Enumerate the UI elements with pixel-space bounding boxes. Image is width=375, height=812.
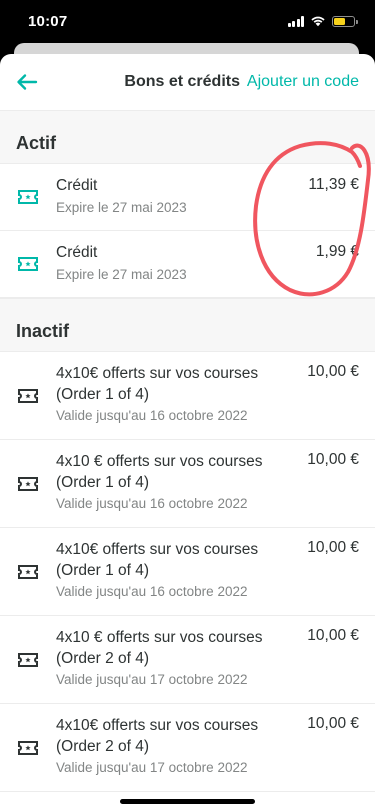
item-title: 4x10€ offerts sur vos courses (Order 1 o… <box>56 363 286 405</box>
ticket-icon <box>18 190 38 204</box>
item-amount: 11,39 € <box>308 176 359 193</box>
signal-icon <box>287 15 304 27</box>
list-item[interactable]: Crédit Expire le 27 mai 2023 11,39 € <box>0 164 375 231</box>
ticket-icon <box>18 389 38 403</box>
battery-icon <box>332 15 358 27</box>
item-title-line2: (Order 1 of 4) <box>56 386 150 403</box>
item-subtitle: Expire le 27 mai 2023 <box>56 200 187 215</box>
item-title-line1: 4x10€ offerts sur vos courses <box>56 365 259 382</box>
item-title-line2: (Order 2 of 4) <box>56 738 150 755</box>
arrow-left-icon[interactable] <box>14 69 40 95</box>
item-amount: 10,00 € <box>307 539 359 556</box>
list-item[interactable]: 4x10€ offerts sur vos courses (Order 1 o… <box>0 352 375 440</box>
item-amount: 10,00 € <box>307 627 359 644</box>
ticket-icon <box>18 257 38 271</box>
item-subtitle: Valide jusqu'au 17 octobre 2022 <box>56 760 248 775</box>
status-icons <box>287 15 358 27</box>
ticket-icon <box>18 741 38 755</box>
status-bar: 10:07 <box>0 0 375 44</box>
home-indicator <box>120 799 255 804</box>
item-title-line1: 4x10 € offerts sur vos courses <box>56 453 263 470</box>
item-subtitle: Valide jusqu'au 16 octobre 2022 <box>56 408 248 423</box>
item-title-line2: (Order 1 of 4) <box>56 474 150 491</box>
list-item[interactable]: Crédit Expire le 27 mai 2023 1,99 € <box>0 231 375 298</box>
item-title-line1: 4x10€ offerts sur vos courses <box>56 717 259 734</box>
page-title: Bons et crédits <box>124 73 240 90</box>
item-amount: 1,99 € <box>315 243 359 260</box>
ticket-icon <box>18 653 38 667</box>
item-title-line1: 4x10 € offerts sur vos courses <box>56 629 263 646</box>
item-title: 4x10 € offerts sur vos courses (Order 2 … <box>56 627 286 669</box>
item-title: 4x10 € offerts sur vos courses (Order 1 … <box>56 451 286 493</box>
status-time: 10:07 <box>28 13 68 30</box>
item-title: 4x10€ offerts sur vos courses (Order 1 o… <box>56 539 286 581</box>
vouchers-sheet: Bons et crédits Ajouter un code Actif Cr… <box>0 54 375 812</box>
item-subtitle: Valide jusqu'au 17 octobre 2022 <box>56 672 248 687</box>
item-title: Crédit <box>56 177 98 194</box>
list-item[interactable]: 4x10 € offerts sur vos courses (Order 1 … <box>0 440 375 528</box>
ticket-icon <box>18 565 38 579</box>
item-title-line1: 4x10€ offerts sur vos courses <box>56 541 259 558</box>
item-amount: 10,00 € <box>307 715 359 732</box>
list-item[interactable]: 4x10 € offerts sur vos courses (Order 2 … <box>0 616 375 704</box>
item-title-line2: (Order 2 of 4) <box>56 650 150 667</box>
list-item[interactable]: 4x10€ offerts sur vos courses (Order 1 o… <box>0 528 375 616</box>
item-title-line2: (Order 1 of 4) <box>56 562 150 579</box>
ticket-icon <box>18 477 38 491</box>
section-header-inactive: Inactif <box>0 298 375 352</box>
item-amount: 10,00 € <box>307 363 359 380</box>
add-code-button[interactable]: Ajouter un code <box>247 73 359 91</box>
item-subtitle: Expire le 27 mai 2023 <box>56 267 187 282</box>
list-item[interactable]: 4x10€ offerts sur vos courses (Order 2 o… <box>0 704 375 792</box>
wifi-icon <box>311 16 325 27</box>
item-title: 4x10€ offerts sur vos courses (Order 2 o… <box>56 715 286 757</box>
item-amount: 10,00 € <box>307 451 359 468</box>
item-subtitle: Valide jusqu'au 16 octobre 2022 <box>56 496 248 511</box>
navbar: Bons et crédits Ajouter un code <box>0 54 375 110</box>
item-title: Crédit <box>56 244 98 261</box>
section-header-active: Actif <box>0 110 375 164</box>
item-subtitle: Valide jusqu'au 16 octobre 2022 <box>56 584 248 599</box>
